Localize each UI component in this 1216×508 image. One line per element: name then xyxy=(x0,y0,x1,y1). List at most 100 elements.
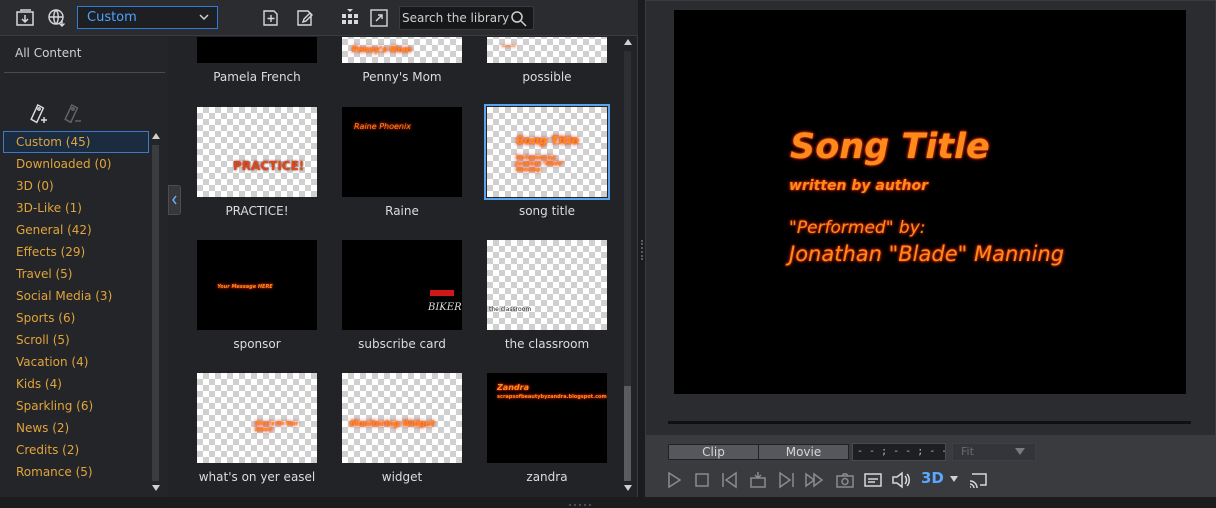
category-item-sparkling[interactable]: Sparkling (6) xyxy=(3,395,149,417)
thumb-text: Your Message HERE xyxy=(217,284,273,290)
chevron-left-icon xyxy=(172,195,177,205)
preview-screen: Song Title written by author "Performed"… xyxy=(674,10,1186,394)
category-item-vacation[interactable]: Vacation (4) xyxy=(3,351,149,373)
category-item-effects[interactable]: Effects (29) xyxy=(3,241,149,263)
thumb-text: BIKER xyxy=(428,302,462,313)
tile-label: the classroom xyxy=(504,337,590,351)
search-icon[interactable] xyxy=(510,10,527,27)
thumb-text: Zandra xyxy=(497,383,529,392)
scroll-up-arrow-icon[interactable] xyxy=(151,131,161,141)
tile-label: widget xyxy=(381,470,423,484)
volume-icon[interactable] xyxy=(891,470,911,490)
title-thumbnail: Zandra scrapsofbeautybyzandra.blogspot.c… xyxy=(487,373,607,463)
tile-label: PRACTICE! xyxy=(225,204,289,218)
chevron-down-icon xyxy=(199,14,209,21)
movie-mode-button[interactable]: Movie xyxy=(759,445,848,459)
subscribe-badge xyxy=(430,290,454,296)
category-item-credits[interactable]: Credits (2) xyxy=(3,439,149,461)
category-item-travel[interactable]: Travel (5) xyxy=(3,263,149,285)
thumb-subtext: Performed by: Jonathan "Blade" Manning xyxy=(516,155,564,173)
preview-performer-text: Jonathan "Blade" Manning xyxy=(789,242,1065,266)
fast-forward-icon[interactable] xyxy=(804,470,824,490)
tile-label: what's on yer easel xyxy=(198,470,316,484)
category-item-3d[interactable]: 3D (0) xyxy=(3,175,149,197)
thumb-text: ~~~ xyxy=(501,43,517,50)
category-item-kids[interactable]: Kids (4) xyxy=(3,373,149,395)
title-thumbnail: Penny's Mom xyxy=(342,37,462,63)
thumb-text: Raine Phoenix xyxy=(354,122,411,131)
stereo-3d-button[interactable]: 3D xyxy=(921,469,944,487)
timecode-field[interactable]: - - ; - - ; - - ; - - xyxy=(852,443,946,461)
modify-title-icon[interactable] xyxy=(295,8,315,28)
tile-label: Penny's Mom xyxy=(362,70,442,84)
title-thumbnail: Monitoring Widget xyxy=(342,373,462,463)
title-thumbnail: ~~~ xyxy=(487,37,607,63)
thumb-text: the classroom xyxy=(489,306,532,313)
previous-frame-icon[interactable] xyxy=(720,470,740,490)
library-scroll-thumb[interactable] xyxy=(624,386,631,481)
search-input[interactable] xyxy=(402,9,510,27)
tile-label: song title xyxy=(518,204,576,218)
preview-panel: Song Title written by author "Performed"… xyxy=(645,0,1216,497)
library-search[interactable] xyxy=(399,6,534,30)
thumb-text: Song Title xyxy=(516,134,579,147)
category-scroll-track[interactable] xyxy=(152,145,159,481)
split-clip-icon[interactable] xyxy=(748,470,768,490)
scroll-up-arrow-icon[interactable] xyxy=(623,37,633,47)
tile-label: zandra xyxy=(526,470,568,484)
subtitle-icon[interactable] xyxy=(863,470,883,490)
category-item-sports[interactable]: Sports (6) xyxy=(3,307,149,329)
category-dropdown-value: Custom xyxy=(87,10,137,25)
thumb-text: Monitoring Widget xyxy=(350,419,435,428)
category-item-social-media[interactable]: Social Media (3) xyxy=(3,285,149,307)
category-sidebar: All Content Custom (45) Downloaded (0) 3… xyxy=(0,37,168,497)
stop-icon[interactable] xyxy=(692,470,712,490)
category-item-scroll[interactable]: Scroll (5) xyxy=(3,329,149,351)
category-item-custom[interactable]: Custom (45) xyxy=(3,131,149,153)
scroll-down-arrow-icon[interactable] xyxy=(623,483,633,493)
external-display-icon[interactable] xyxy=(968,470,988,490)
download-online-icon[interactable] xyxy=(47,8,67,28)
category-item-3d-like[interactable]: 3D-Like (1) xyxy=(3,197,149,219)
import-media-icon[interactable] xyxy=(15,8,35,28)
add-tag-icon[interactable] xyxy=(26,100,50,124)
library-panel: Custom All Content Custom (45) xyxy=(0,0,638,497)
tile-label: Pamela French xyxy=(213,70,301,84)
new-title-icon[interactable] xyxy=(261,8,281,28)
chevron-down-icon xyxy=(1015,448,1025,455)
snapshot-camera-icon[interactable] xyxy=(835,470,855,490)
library-scrollbar[interactable] xyxy=(622,37,634,495)
resize-grip[interactable] xyxy=(568,500,592,506)
clip-mode-button[interactable]: Clip xyxy=(669,445,759,459)
next-frame-icon[interactable] xyxy=(776,470,796,490)
expand-view-icon[interactable] xyxy=(369,8,389,28)
category-item-romance[interactable]: Romance (5) xyxy=(3,461,149,483)
zoom-fit-dropdown: Fit xyxy=(952,443,1036,461)
title-thumbnail: What's On Your Easel? xyxy=(197,373,317,463)
category-list: Custom (45) Downloaded (0) 3D (0) 3D-Lik… xyxy=(3,131,149,483)
title-thumbnail xyxy=(197,37,317,63)
scroll-down-arrow-icon[interactable] xyxy=(151,483,161,493)
chevron-down-icon[interactable] xyxy=(950,476,958,482)
category-dropdown[interactable]: Custom xyxy=(77,6,218,29)
tile-label: subscribe card xyxy=(358,337,446,351)
category-item-news[interactable]: News (2) xyxy=(3,417,149,439)
seek-bar[interactable] xyxy=(668,421,1191,424)
category-item-general[interactable]: General (42) xyxy=(3,219,149,241)
zoom-fit-value: Fit xyxy=(961,445,974,458)
category-scrollbar[interactable] xyxy=(150,131,162,494)
play-icon[interactable] xyxy=(664,470,684,490)
preview-author-text: written by author xyxy=(789,178,928,194)
preview-performed-text: "Performed" by: xyxy=(789,218,926,238)
title-thumbnail: Song Title Performed by: Jonathan "Blade… xyxy=(484,104,610,200)
all-content-item[interactable]: All Content xyxy=(15,46,81,60)
tile-label: Raine xyxy=(385,204,419,218)
thumb-text: PRACTICE! xyxy=(233,159,305,173)
library-grid: Pamela French Penny's Mom Penny's Mom ~~… xyxy=(186,37,622,495)
thumb-subtext: scrapsofbeautybyzandra.blogspot.com xyxy=(497,394,607,400)
thumb-text: Penny's Mom xyxy=(352,45,412,54)
splitter-grip xyxy=(641,240,644,260)
category-item-downloaded[interactable]: Downloaded (0) xyxy=(3,153,149,175)
collapse-sidebar-button[interactable] xyxy=(168,185,181,215)
view-options-icon[interactable] xyxy=(340,8,360,28)
